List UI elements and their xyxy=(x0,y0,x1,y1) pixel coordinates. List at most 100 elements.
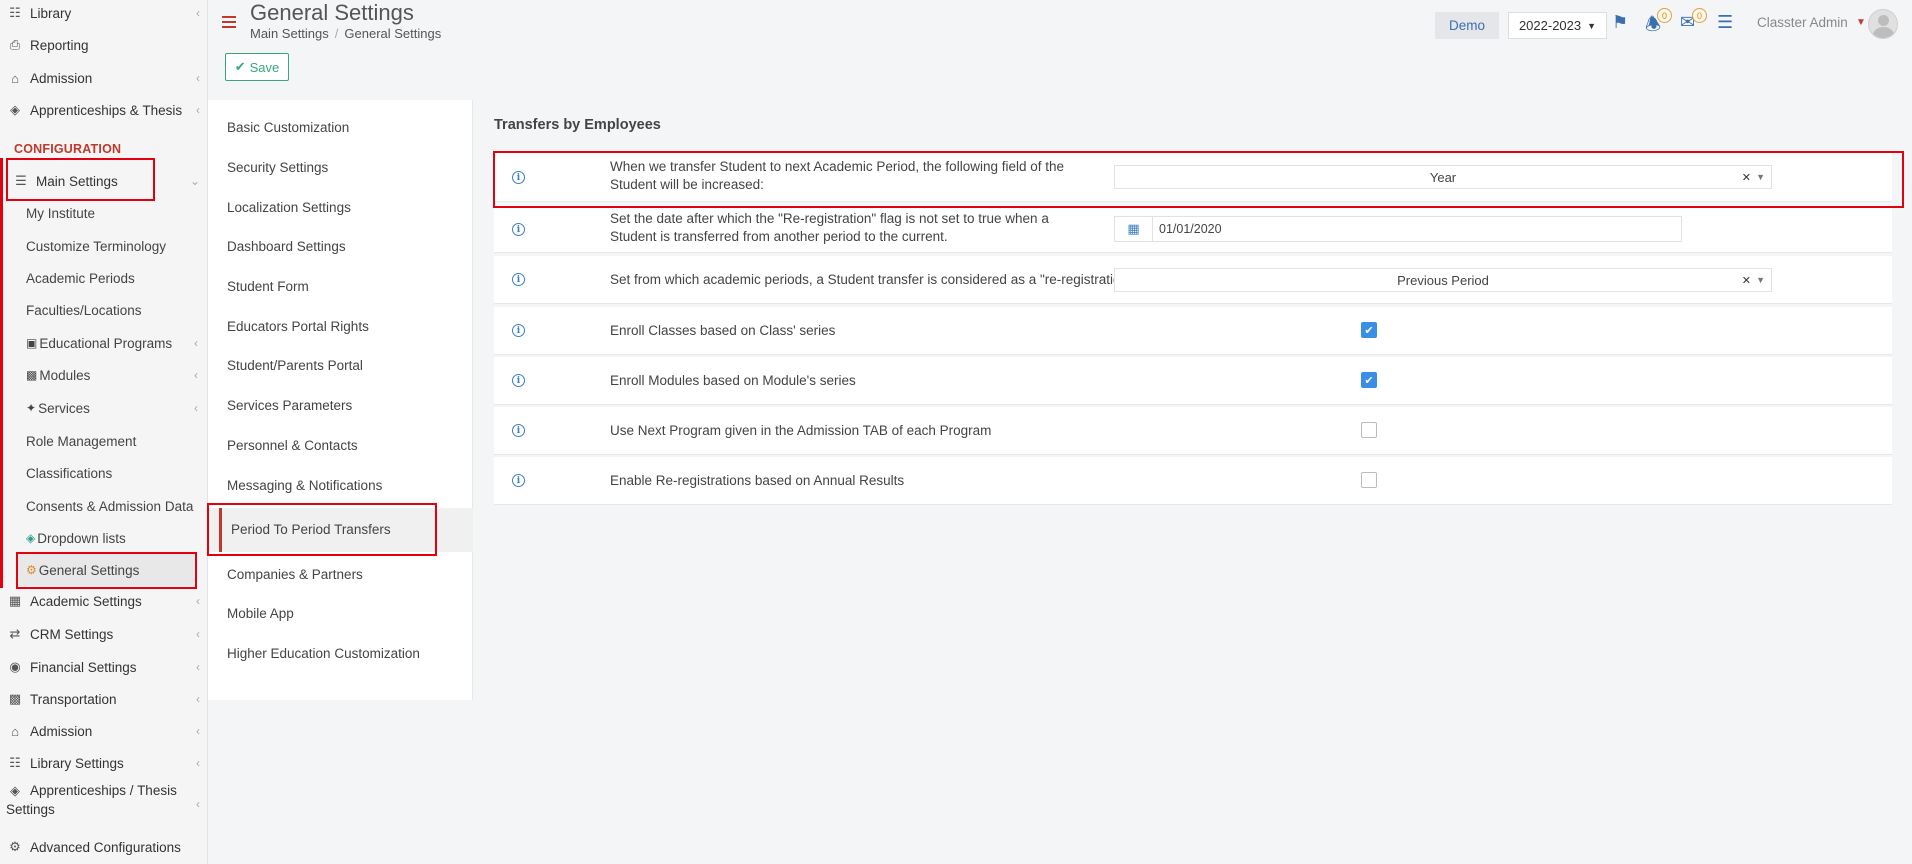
reregistration-date-field[interactable]: ▦ 01/01/2020 xyxy=(1114,216,1682,242)
sidebar-item-apprenticeships-settings[interactable]: ◈ Apprenticeships / Thesis Settings ‹ xyxy=(0,783,207,823)
gears-icon: ⚙ xyxy=(9,839,21,854)
chevron-left-icon: ‹ xyxy=(196,692,200,706)
reregistration-periods-select[interactable]: Previous Period ✕ ▼ xyxy=(1114,268,1772,292)
chevron-left-icon: ‹ xyxy=(196,756,200,770)
coins-icon: ◉ xyxy=(9,659,21,674)
chevron-left-icon: ‹ xyxy=(196,797,200,811)
settings-nav-item[interactable]: Security Settings xyxy=(227,160,328,175)
sidebar-item-educational-programs[interactable]: ▣ Educational Programs ‹ xyxy=(26,331,198,355)
sidebar-item-crm-settings[interactable]: ⇄ CRM Settings ‹ xyxy=(0,621,207,647)
settings-nav-item[interactable]: Messaging & Notifications xyxy=(227,478,382,493)
settings-nav-item[interactable]: Educators Portal Rights xyxy=(227,319,369,334)
sidebar-item-dropdown-lists[interactable]: ◈ Dropdown lists xyxy=(26,526,126,550)
sidebar-item-advanced-configurations[interactable]: ⚙ Advanced Configurations xyxy=(0,834,207,860)
sidebar-item-admission-2[interactable]: ⌂ Admission ‹ xyxy=(0,718,207,744)
cube-icon: ◈ xyxy=(10,783,20,798)
sidebar-item-classifications[interactable]: Classifications xyxy=(26,461,112,485)
page-title: General Settings xyxy=(250,0,414,25)
chevron-left-icon: ‹ xyxy=(196,6,200,20)
avatar[interactable] xyxy=(1868,9,1898,39)
sidebar-item-my-institute[interactable]: My Institute xyxy=(26,201,95,225)
sidebar-item-label: Educational Programs xyxy=(39,335,173,351)
caret-down-icon: ▼ xyxy=(1756,275,1765,285)
breadcrumb-item: General Settings xyxy=(344,26,442,41)
user-name[interactable]: Classter Admin xyxy=(1757,15,1848,30)
settings-nav-item[interactable]: Student Form xyxy=(227,279,309,294)
sidebar-item-label: Reporting xyxy=(30,37,89,53)
enroll-modules-checkbox[interactable]: ✔ xyxy=(1361,372,1377,388)
settings-nav-item[interactable]: Higher Education Customization xyxy=(227,646,420,661)
next-program-checkbox[interactable] xyxy=(1361,422,1377,438)
year-select-value: 2022-2023 xyxy=(1518,18,1582,33)
sidebar-item-label: Library xyxy=(30,5,72,21)
sidebar-item-consents[interactable]: Consents & Admission Data xyxy=(26,494,193,518)
clear-icon[interactable]: ✕ xyxy=(1742,274,1751,287)
breadcrumb-item[interactable]: Main Settings xyxy=(250,26,329,41)
caret-down-icon[interactable]: ▼ xyxy=(1856,17,1866,28)
sidebar-item-label: Dropdown lists xyxy=(37,530,126,546)
bus-icon: ▩ xyxy=(8,691,22,706)
sidebar-item-financial-settings[interactable]: ◉ Financial Settings ‹ xyxy=(0,654,207,680)
flag-icon[interactable]: ⚑ xyxy=(1612,12,1628,33)
breadcrumb: Main Settings / General Settings xyxy=(250,26,442,41)
settings-nav-item[interactable]: Personnel & Contacts xyxy=(227,438,358,453)
sidebar-item-library[interactable]: ☷ Library ‹ xyxy=(0,0,207,26)
sidebar-item-customize-terminology[interactable]: Customize Terminology xyxy=(26,234,166,258)
sidebar-item-label: Modules xyxy=(39,367,91,383)
sidebar-item-label-line2: Settings xyxy=(6,802,55,817)
cube-icon: ◈ xyxy=(10,102,20,117)
check-icon: ✔ xyxy=(1364,324,1374,337)
bank-icon: ⌂ xyxy=(11,723,19,739)
settings-nav-item[interactable]: Student/Parents Portal xyxy=(227,358,363,373)
chevron-left-icon: ‹ xyxy=(196,71,200,85)
calendar-icon[interactable]: ▦ xyxy=(1115,217,1153,241)
sidebar-item-role-management[interactable]: Role Management xyxy=(26,429,136,453)
save-button-label: Save xyxy=(249,59,280,75)
info-icon[interactable]: i xyxy=(512,474,525,487)
settings-nav-item[interactable]: Companies & Partners xyxy=(227,567,363,582)
layers-plus-icon[interactable]: ☰ xyxy=(1717,12,1733,33)
settings-nav-item[interactable]: Mobile App xyxy=(227,606,294,621)
sidebar-item-faculties-locations[interactable]: Faculties/Locations xyxy=(26,298,142,322)
enroll-classes-checkbox[interactable]: ✔ xyxy=(1361,322,1377,338)
date-value: 01/01/2020 xyxy=(1159,222,1222,236)
chevron-left-icon: ‹ xyxy=(196,627,200,641)
info-icon[interactable]: i xyxy=(512,324,525,337)
sitemap-icon: ▦ xyxy=(8,593,22,608)
sidebar-item-transportation[interactable]: ▩ Transportation ‹ xyxy=(0,686,207,712)
setting-label: Enable Re-registrations based on Annual … xyxy=(610,473,905,488)
reregistration-annual-results-checkbox[interactable] xyxy=(1361,472,1377,488)
sidebar-item-modules[interactable]: ▩ Modules ‹ xyxy=(26,363,198,387)
settings-nav-item[interactable]: Dashboard Settings xyxy=(227,239,346,254)
info-icon[interactable]: i xyxy=(512,273,525,286)
sidebar-item-label: Faculties/Locations xyxy=(26,302,142,318)
notifications-badge: 0 xyxy=(1657,8,1672,23)
setting-row: i Enroll Modules based on Module's serie… xyxy=(494,357,1892,405)
sidebar-item-academic-settings[interactable]: ▦ Academic Settings ‹ xyxy=(0,588,207,614)
sidebar-item-label: Apprenticeships / Thesis xyxy=(30,783,177,798)
sidebar-item-services[interactable]: ✦ Services ‹ xyxy=(26,396,198,420)
sidebar-item-label: Apprenticeships & Thesis xyxy=(30,102,183,118)
info-icon[interactable]: i xyxy=(512,424,525,437)
monitor-icon: ▣ xyxy=(26,336,38,350)
demo-button[interactable]: Demo xyxy=(1435,12,1499,39)
info-icon[interactable]: i xyxy=(512,223,525,236)
settings-nav-item[interactable]: Services Parameters xyxy=(227,398,352,413)
sidebar-item-apprenticeships[interactable]: ◈ Apprenticeships & Thesis ‹ xyxy=(0,97,207,123)
sidebar-item-academic-periods[interactable]: Academic Periods xyxy=(26,266,135,290)
hamburger-menu-icon[interactable] xyxy=(222,16,236,31)
settings-nav-item[interactable]: Localization Settings xyxy=(227,200,351,215)
settings-nav-item[interactable]: Basic Customization xyxy=(227,120,349,135)
sidebar-item-label: My Institute xyxy=(26,205,96,221)
setting-label: Use Next Program given in the Admission … xyxy=(610,423,992,438)
year-select[interactable]: 2022-2023 ▼ xyxy=(1508,12,1607,39)
book-icon: ▩ xyxy=(26,368,38,382)
save-button[interactable]: ✔ Save xyxy=(225,53,289,81)
info-icon[interactable]: i xyxy=(512,374,525,387)
sidebar-item-admission[interactable]: ⌂ Admission ‹ xyxy=(0,65,207,91)
sidebar-item-library-settings[interactable]: ☷ Library Settings ‹ xyxy=(0,750,207,776)
sidebar-item-reporting[interactable]: ⎙ Reporting xyxy=(0,32,207,58)
setting-label: Set from which academic periods, a Stude… xyxy=(610,272,1133,287)
highlight-box-period-transfers xyxy=(207,503,437,556)
printer-icon: ⎙ xyxy=(9,37,21,52)
